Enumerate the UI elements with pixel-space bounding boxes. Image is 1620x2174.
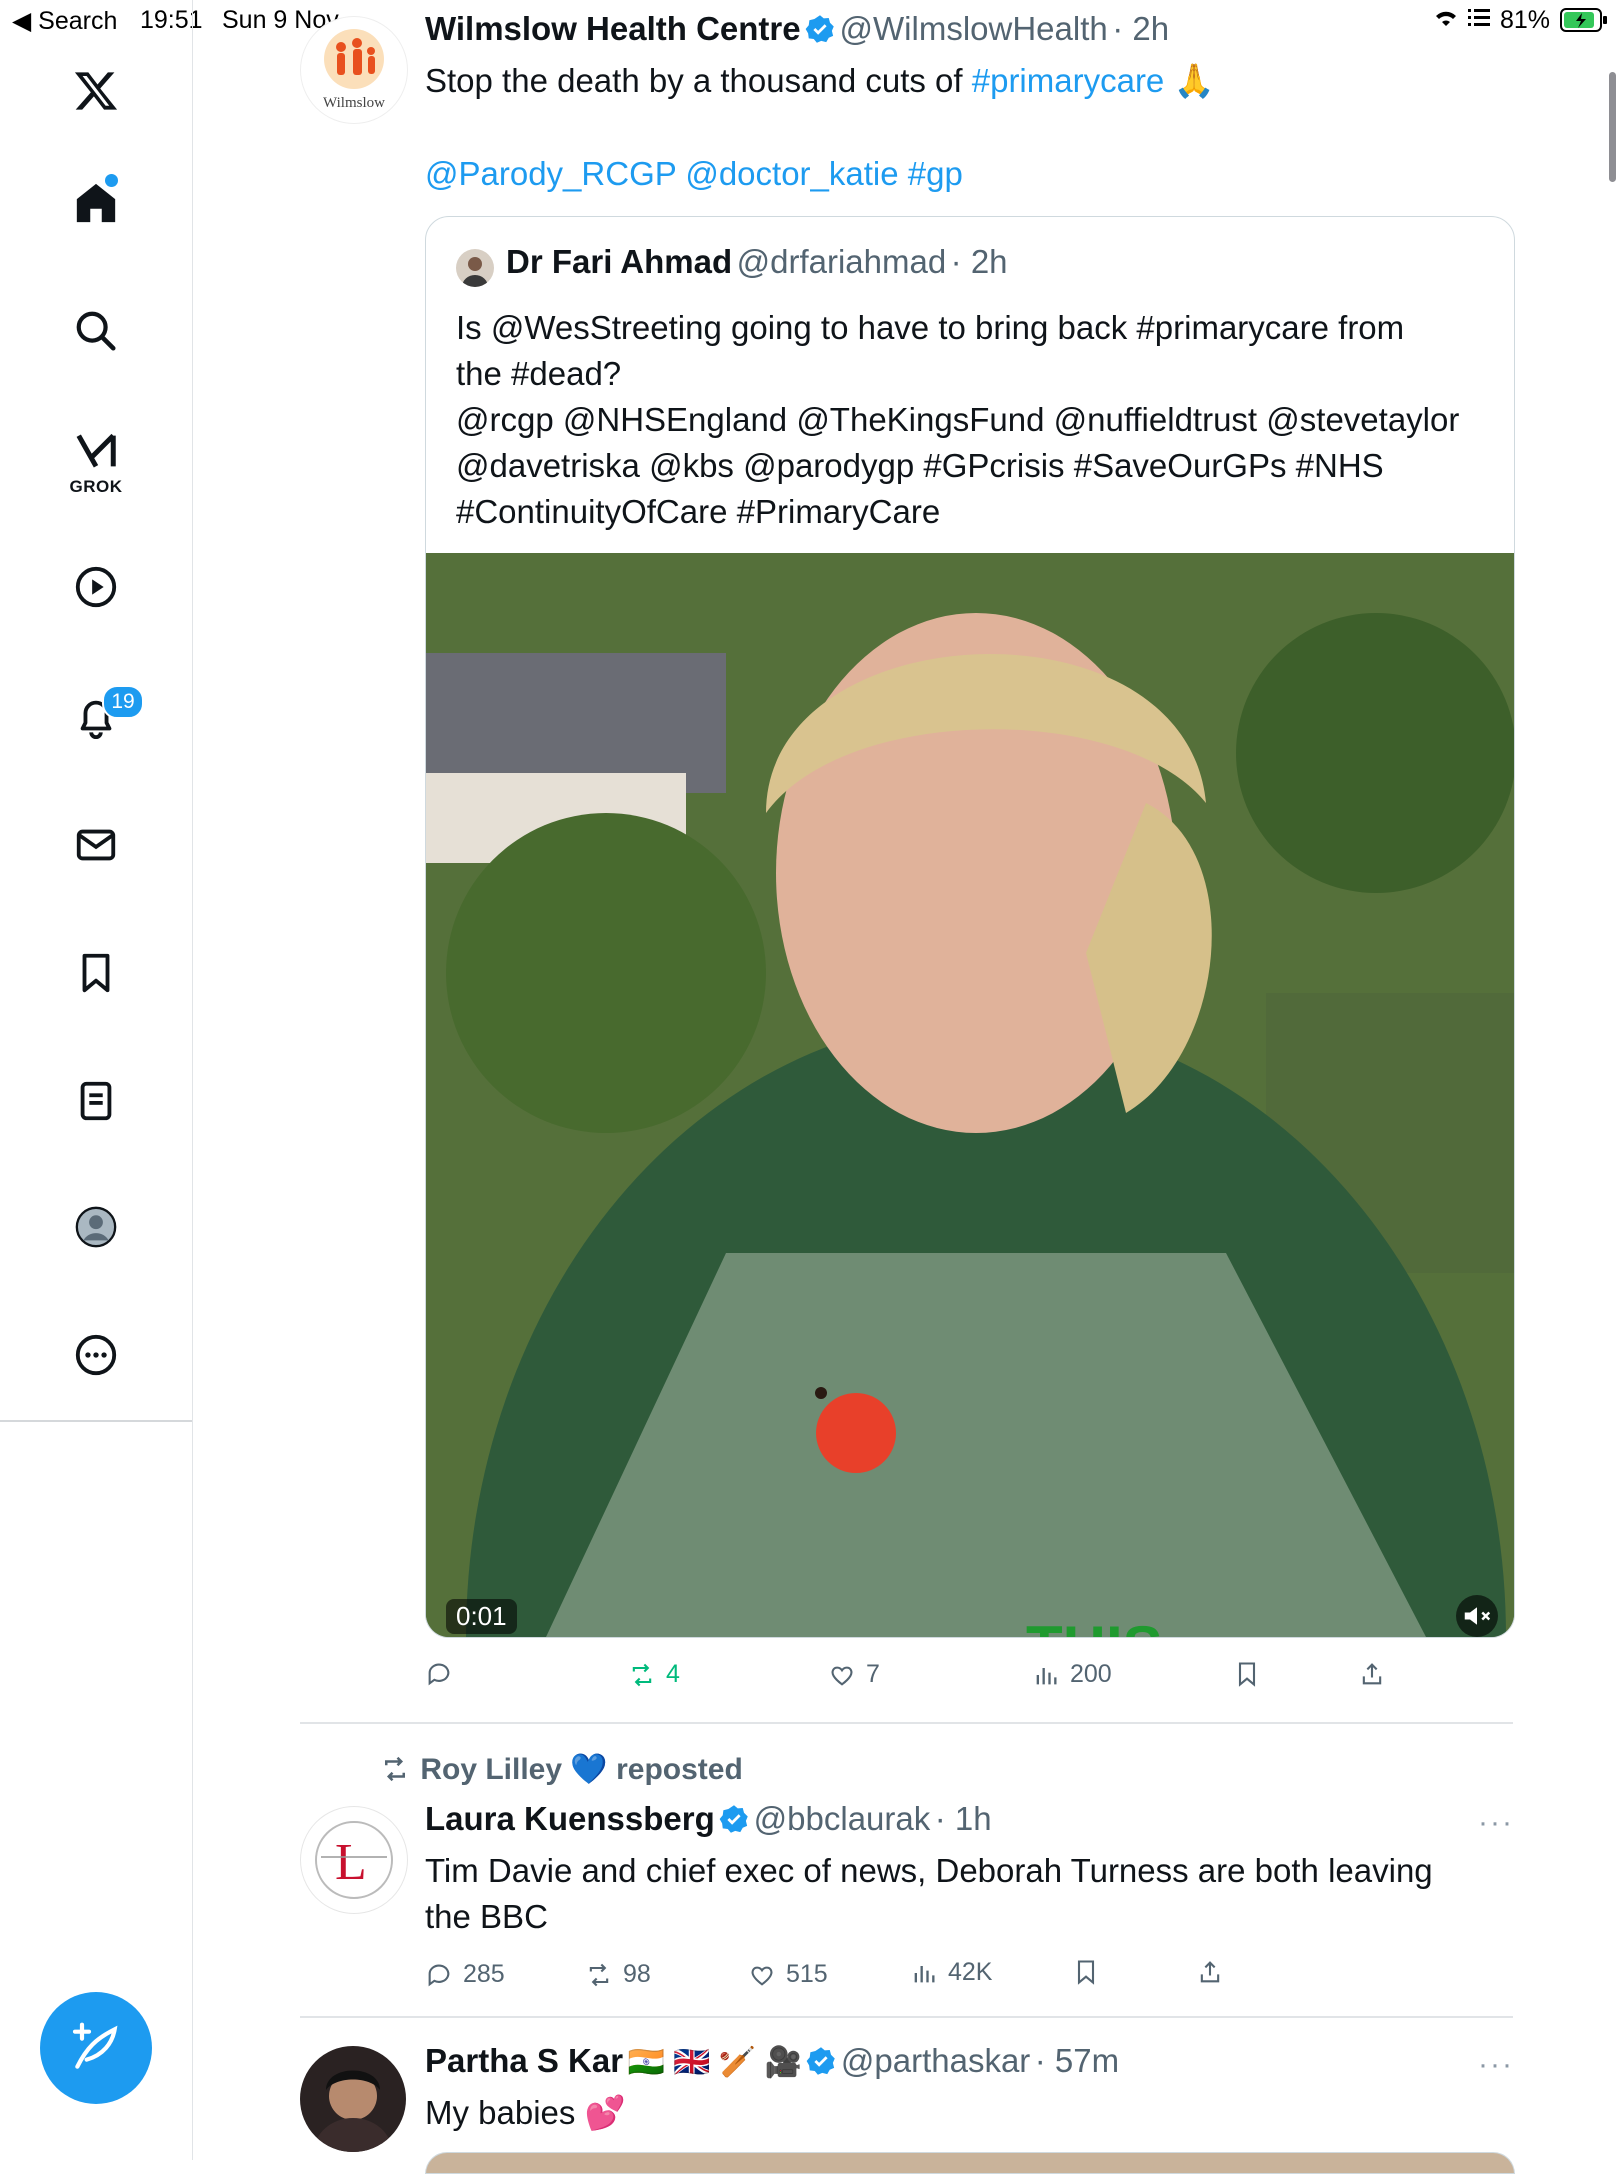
tweet-header: Wilmslow Health Centre @WilmslowHealth ·… <box>425 10 1169 48</box>
heart-icon <box>831 1666 853 1686</box>
sidebar: GROK 19 <box>0 0 193 2160</box>
avatar[interactable]: Wilmslow <box>300 16 408 124</box>
share-icon <box>1362 1663 1382 1685</box>
tweet-header: Laura Kuenssberg @bbclaurak · 1h <box>425 1800 992 1838</box>
video-timestamp: 0:01 <box>446 1599 517 1634</box>
more-circle-icon[interactable] <box>71 1330 121 1380</box>
grok-icon[interactable] <box>71 426 121 476</box>
author-name[interactable]: Wilmslow Health Centre <box>425 10 801 47</box>
compose-icon <box>72 2022 118 2069</box>
video-caption: THIS <box>1026 1613 1163 1637</box>
person-avatar-icon <box>314 2070 392 2152</box>
reply-button[interactable] <box>425 1660 453 1688</box>
quote-time: · 2h <box>950 243 1008 280</box>
author-name[interactable]: Laura Kuenssberg <box>425 1800 715 1837</box>
author-handle[interactable]: @WilmslowHealth <box>840 10 1108 47</box>
wifi-icon <box>1432 6 1460 37</box>
quoted-tweet[interactable]: Dr Fari Ahmad @drfariahmad · 2h Is @WesS… <box>425 216 1515 1638</box>
retweet-icon <box>589 1963 609 1986</box>
tweet-separator <box>300 2016 1513 2018</box>
reply-icon <box>428 1663 450 1686</box>
name-emojis: 🇮🇳 🇬🇧 🏏 🎥 <box>627 2046 802 2079</box>
compose-button[interactable] <box>40 1992 152 2104</box>
mute-button[interactable] <box>1456 1595 1498 1637</box>
notifications-badge: 19 <box>102 685 144 719</box>
grok-label: GROK <box>69 477 123 496</box>
share-icon <box>1200 1961 1220 1983</box>
mute-icon <box>1464 1607 1491 1625</box>
video-player[interactable]: 0:01 THIS <box>426 553 1514 1637</box>
views-button[interactable]: 200 <box>1032 1660 1112 1689</box>
hashtag-link[interactable]: #primarycare <box>972 62 1165 99</box>
tweet-header: Partha S Kar 🇮🇳 🇬🇧 🏏 🎥 @parthaskar · 57m <box>425 2042 1119 2080</box>
retweet-button[interactable]: 98 <box>585 1960 651 1989</box>
battery-icon <box>1560 8 1608 39</box>
tweet-time[interactable]: · 57m <box>1035 2042 1119 2079</box>
home-unread-dot <box>105 174 118 187</box>
views-icon <box>914 1965 935 1982</box>
verified-badge-icon <box>805 15 834 43</box>
views-button[interactable]: 42K <box>910 1958 992 1987</box>
avatar[interactable] <box>300 2046 406 2152</box>
x-logo-icon[interactable] <box>71 66 121 116</box>
reply-icon <box>428 1964 450 1986</box>
quote-author-handle[interactable]: @drfariahmad <box>737 243 947 280</box>
bbc-logo-icon: L <box>315 1821 393 1899</box>
avatar[interactable]: L <box>300 1806 408 1914</box>
retweet-icon <box>632 1663 652 1686</box>
share-button[interactable] <box>1196 1958 1224 1986</box>
verified-badge-icon <box>719 1805 748 1833</box>
svg-text:L: L <box>335 1834 367 1891</box>
bookmark-icon <box>1238 1662 1256 1687</box>
video-play-icon[interactable] <box>71 562 121 612</box>
bookmark-button[interactable] <box>1233 1660 1261 1688</box>
heart-icon <box>751 1966 773 1986</box>
like-button[interactable]: 515 <box>748 1960 828 1989</box>
battery-percent: 81% <box>1500 6 1551 34</box>
quote-avatar <box>456 249 494 287</box>
repost-indicator: Roy Lilley 💙 reposted <box>378 1752 743 1787</box>
tweet-text: Tim Davie and chief exec of news, Debora… <box>425 1852 1433 1935</box>
tweet-text: Stop the death by a thousand cuts of #pr… <box>425 62 1215 99</box>
bookmark-icon <box>1077 1960 1095 1985</box>
tweet-text: My babies 💕 <box>425 2094 626 2131</box>
person-avatar-icon <box>462 257 488 287</box>
mail-icon[interactable] <box>71 820 121 870</box>
author-handle[interactable]: @bbclaurak <box>754 1800 931 1837</box>
bookmark-button[interactable] <box>1072 1958 1100 1986</box>
author-handle[interactable]: @parthaskar <box>841 2042 1030 2079</box>
verified-badge-icon <box>807 2047 836 2075</box>
more-options-button[interactable]: ··· <box>1478 2048 1514 2082</box>
list-status-icon <box>1468 6 1490 35</box>
tweet-separator <box>300 1722 1513 1724</box>
quote-header: Dr Fari Ahmad @drfariahmad · 2h <box>506 243 1008 281</box>
quote-text: Is @WesStreeting going to have to bring … <box>456 309 1460 530</box>
views-icon <box>1036 1667 1057 1684</box>
scrollbar[interactable] <box>1609 72 1616 182</box>
tweet-time[interactable]: · 1h <box>935 1800 992 1837</box>
bookmark-icon[interactable] <box>71 948 121 998</box>
search-icon[interactable] <box>71 306 121 356</box>
video-frame <box>426 553 1514 1637</box>
list-icon[interactable] <box>71 1076 121 1126</box>
like-button[interactable]: 7 <box>828 1660 880 1689</box>
tweet-mentions[interactable]: @Parody_RCGP @doctor_katie #gp <box>425 151 963 197</box>
more-options-button[interactable]: ··· <box>1478 1806 1514 1840</box>
author-name[interactable]: Partha S Kar <box>425 2042 623 2079</box>
profile-icon[interactable] <box>71 1202 121 1252</box>
media-preview[interactable] <box>425 2152 1515 2174</box>
retweet-button[interactable]: 4 <box>628 1660 680 1689</box>
reply-button[interactable]: 285 <box>425 1960 505 1989</box>
tweet-time[interactable]: · 2h <box>1112 10 1169 47</box>
quote-author-name[interactable]: Dr Fari Ahmad <box>506 243 732 280</box>
share-button[interactable] <box>1358 1660 1386 1688</box>
sidebar-divider <box>0 1420 192 1422</box>
retweet-icon <box>385 1756 405 1782</box>
